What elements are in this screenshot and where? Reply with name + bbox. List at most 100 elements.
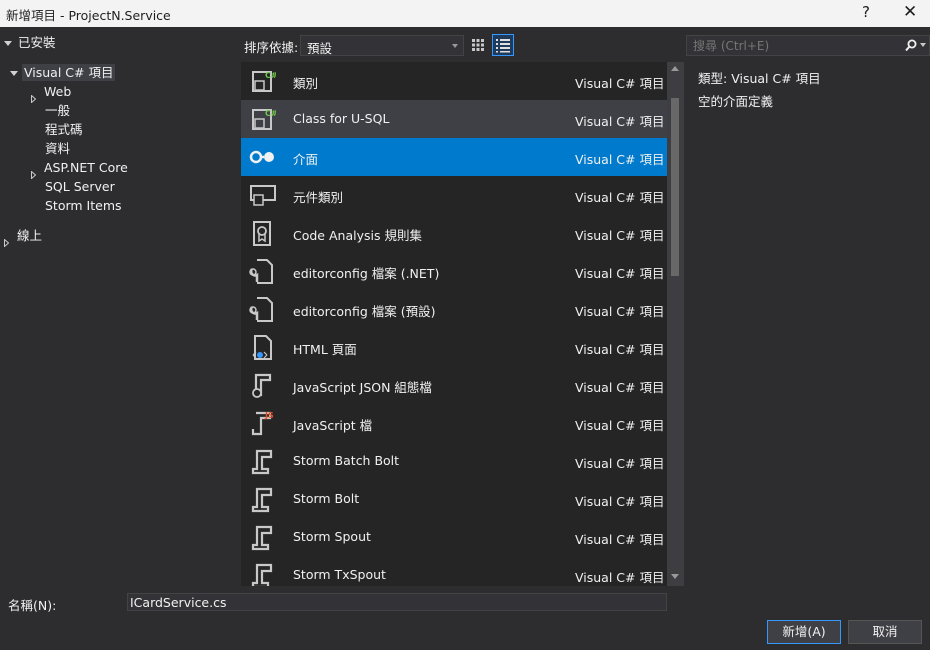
info-description: 空的介面定義 [698, 94, 774, 109]
tree-label-visual-csharp: Visual C# 項目 [22, 64, 116, 81]
template-item-category: Visual C# 項目 [575, 342, 665, 357]
tree-label-sql-server: SQL Server [45, 179, 115, 194]
tree-item-visual-csharp[interactable]: Visual C# 項目 [10, 63, 116, 82]
info-type-label: 類型: [698, 71, 728, 86]
chevron-right-icon [31, 89, 37, 104]
template-item[interactable]: 介面 Visual C# 項目 [241, 138, 667, 176]
sort-select[interactable]: 預設 [300, 35, 464, 56]
template-item-name: HTML 頁面 [293, 342, 357, 357]
grid-view-icon [472, 39, 484, 51]
ruleset-icon [253, 221, 271, 246]
template-item-name: Storm Spout [293, 529, 371, 544]
template-item[interactable]: 元件類別 Visual C# 項目 [241, 176, 667, 214]
template-list: C# 類別 Visual C# 項目 C# Class for U-SQL Visual … [241, 62, 667, 586]
editorconfig-icon [249, 297, 273, 322]
search-input[interactable] [691, 37, 903, 55]
html-page-icon [252, 335, 272, 360]
chevron-down-icon [4, 41, 12, 46]
template-item-category: Visual C# 項目 [575, 570, 665, 585]
svg-text:JS: JS [264, 411, 274, 420]
template-item-category: Visual C# 項目 [575, 494, 665, 509]
tree-item-general[interactable]: 一般 [45, 101, 70, 120]
window-title: 新增項目 - ProjectN.Service [6, 8, 171, 23]
template-item-name: Code Analysis 規則集 [293, 228, 422, 243]
tree-item-installed[interactable]: 已安裝 [4, 33, 56, 52]
template-item[interactable]: JavaScript JSON 組態檔 Visual C# 項目 [241, 366, 667, 404]
tree-label-web: Web [44, 84, 72, 99]
tree-item-sql-server[interactable]: SQL Server [45, 177, 115, 196]
tree-item-aspnet-core[interactable]: ASP.NET Core [31, 158, 128, 180]
add-button[interactable]: 新增(A) [767, 620, 841, 644]
template-item-name: Storm TxSpout [293, 567, 386, 582]
list-view-icon [496, 39, 510, 53]
template-item-category: Visual C# 項目 [575, 152, 665, 167]
editorconfig-icon [249, 259, 273, 284]
json-config-icon [252, 373, 272, 398]
template-item-name: editorconfig 檔案 (.NET) [293, 266, 440, 281]
template-item[interactable]: JS JavaScript 檔 Visual C# 項目 [241, 404, 667, 442]
chevron-down-icon[interactable] [920, 43, 926, 47]
template-item[interactable]: Storm Bolt Visual C# 項目 [241, 480, 667, 518]
javascript-file-icon: JS [251, 411, 274, 436]
template-item[interactable]: Storm Batch Bolt Visual C# 項目 [241, 442, 667, 480]
tree-item-storm-items[interactable]: Storm Items [45, 196, 122, 215]
search-box [686, 35, 930, 56]
tree-item-web[interactable]: Web [31, 82, 72, 104]
tree-label-online: 線上 [17, 228, 43, 243]
template-item[interactable]: Storm TxSpout Visual C# 項目 [241, 556, 667, 586]
template-item-name: Storm Batch Bolt [293, 453, 400, 468]
template-item[interactable]: Code Analysis 規則集 Visual C# 項目 [241, 214, 667, 252]
template-item[interactable]: editorconfig 檔案 (預設) Visual C# 項目 [241, 290, 667, 328]
template-item-category: Visual C# 項目 [575, 418, 665, 433]
template-item-name: 介面 [293, 152, 319, 167]
component-class-icon [250, 185, 276, 206]
template-item-name: Storm Bolt [293, 491, 360, 506]
tree-label-data: 資料 [45, 141, 71, 156]
svg-text:C#: C# [265, 71, 276, 80]
name-label: 名稱(N): [8, 598, 57, 613]
template-item-category: Visual C# 項目 [575, 190, 665, 205]
template-item-name: JavaScript 檔 [293, 418, 373, 433]
grid-view-button[interactable] [468, 35, 488, 55]
tree-label-general: 一般 [45, 103, 71, 118]
close-button[interactable]: ✕ [903, 2, 917, 22]
template-item-name: JavaScript JSON 組態檔 [293, 380, 432, 395]
sort-label: 排序依據: [244, 40, 299, 55]
template-item[interactable]: editorconfig 檔案 (.NET) Visual C# 項目 [241, 252, 667, 290]
search-icon[interactable] [905, 39, 917, 52]
scrollbar-thumb[interactable] [671, 98, 679, 276]
template-item[interactable]: C# 類別 Visual C# 項目 [241, 62, 667, 100]
template-item[interactable]: C# Class for U-SQL Visual C# 項目 [241, 100, 667, 138]
template-item-category: Visual C# 項目 [575, 380, 665, 395]
tree-item-code[interactable]: 程式碼 [45, 120, 83, 139]
template-item-name: 類別 [293, 76, 319, 91]
storm-icon [251, 563, 273, 586]
scroll-down-icon[interactable] [671, 574, 679, 579]
chevron-right-icon [4, 233, 10, 248]
tree-item-data[interactable]: 資料 [45, 139, 70, 158]
list-scrollbar[interactable] [667, 62, 684, 586]
title-bar: 新增項目 - ProjectN.Service ? ✕ [0, 0, 930, 27]
tree-label-aspnet-core: ASP.NET Core [44, 160, 128, 175]
info-type-value: Visual C# 項目 [731, 71, 821, 86]
info-type: 類型: Visual C# 項目 [698, 68, 821, 87]
scroll-up-icon[interactable] [671, 66, 679, 71]
tree-label-code: 程式碼 [45, 122, 83, 137]
svg-text:C#: C# [265, 109, 276, 118]
class-usql-icon: C# [252, 109, 276, 130]
name-field[interactable] [127, 593, 667, 611]
tree-label-installed: 已安裝 [18, 35, 56, 50]
template-item[interactable]: HTML 頁面 Visual C# 項目 [241, 328, 667, 366]
template-item-category: Visual C# 項目 [575, 228, 665, 243]
storm-icon [251, 487, 273, 513]
tree-item-online[interactable]: 線上 [4, 226, 43, 248]
help-button[interactable]: ? [862, 3, 870, 21]
interface-icon [249, 150, 274, 164]
class-icon: C# [252, 71, 276, 92]
template-item-category: Visual C# 項目 [575, 266, 665, 281]
list-view-button[interactable] [492, 34, 514, 56]
storm-icon [251, 449, 273, 475]
template-item[interactable]: Storm Spout Visual C# 項目 [241, 518, 667, 556]
cancel-button[interactable]: 取消 [848, 620, 922, 644]
template-item-name: Class for U-SQL [293, 111, 390, 126]
